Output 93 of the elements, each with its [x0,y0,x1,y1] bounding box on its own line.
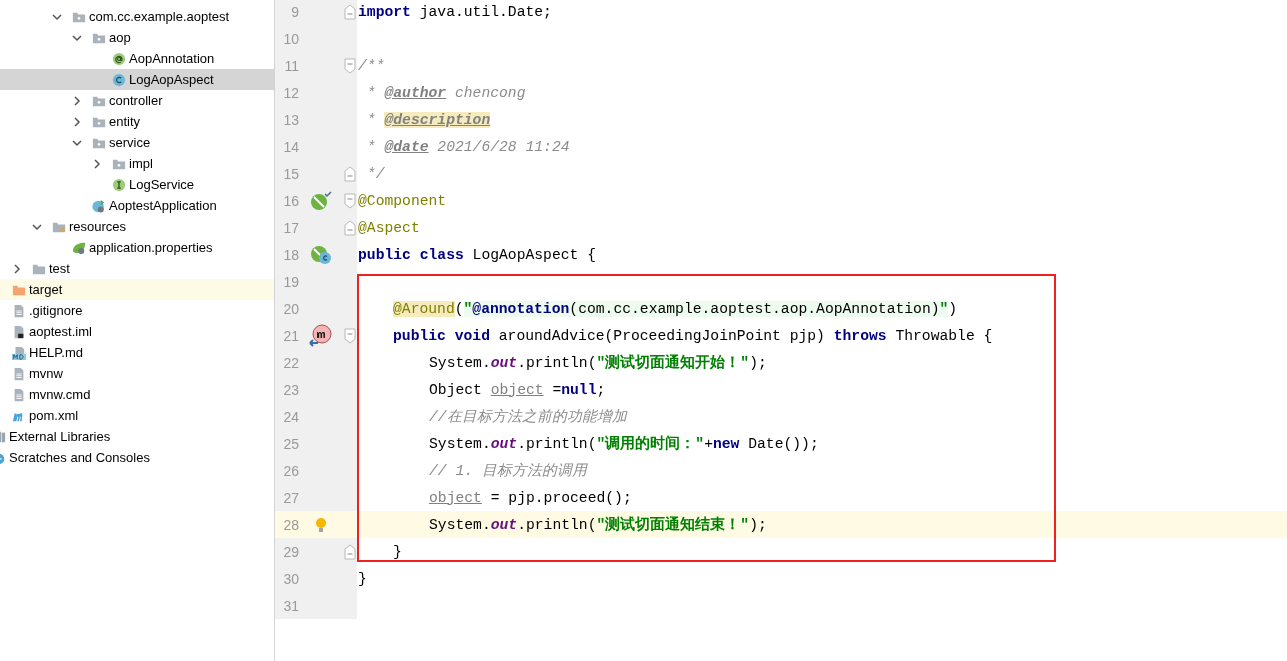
line-number: 24 [282,408,299,425]
module-file-icon [12,324,26,339]
code-line: /** [358,56,385,76]
tree-item[interactable]: entity [0,111,274,132]
text-file-icon [12,366,26,381]
tree-item[interactable]: LogService [0,174,274,195]
tree-item[interactable]: application.properties [0,237,274,258]
line-number: 25 [282,435,299,452]
fold-marker-icon[interactable] [344,543,356,560]
text-file-icon [12,387,26,402]
chevron-right-icon[interactable] [72,95,82,106]
line-number: 21 [282,327,299,344]
code-line: */ [365,164,385,184]
interface-icon [112,177,126,192]
tree-item[interactable]: .gitignore [0,300,274,321]
line-number: 16 [282,192,299,209]
code-line: } [358,569,367,589]
code-line: Object object =null; [429,380,606,400]
code-line: } [393,542,402,562]
code-line: @Around("@annotation(com.cc.example.aoptest.aop.AopAnnotation)") [393,299,958,319]
tree-item[interactable]: LogAopAspect [0,69,274,90]
tree-item[interactable]: AoptestApplication [0,195,274,216]
tree-item[interactable]: External Libraries [0,426,274,447]
tree-item[interactable]: com.cc.example.aoptest [0,6,274,27]
code-line: * @author chencong [365,83,526,103]
chevron-down-icon[interactable] [72,137,82,148]
tree-item[interactable]: aoptest.iml [0,321,274,342]
chevron-right-icon[interactable] [92,158,102,169]
line-number: 18 [282,246,299,263]
code-line: //在目标方法之前的功能增加 [429,407,627,427]
line-number: 22 [282,354,299,371]
tree-item[interactable]: mvnw [0,363,274,384]
override-method-icon[interactable] [308,323,334,348]
code-line: * @date 2021/6/28 11:24 [365,137,570,157]
annotation-icon [112,51,126,66]
fold-marker-icon[interactable] [344,327,356,344]
lightbulb-icon[interactable] [314,516,328,533]
text-file-icon [12,303,26,318]
fold-marker-icon[interactable] [344,219,356,236]
line-number: 30 [282,570,299,587]
tree-item[interactable]: target [0,279,274,300]
tree-item[interactable]: HELP.md [0,342,274,363]
spring-leaf-icon [72,240,86,255]
code-line: @Aspect [358,218,420,238]
code-line: System.out.println("测试切面通知结束！"); [429,515,767,535]
code-line: public class LogAopAspect { [358,245,596,265]
tree-item[interactable]: pom.xml [0,405,274,426]
code-line: import java.util.Date; [358,2,552,22]
tree-item[interactable]: AopAnnotation [0,48,274,69]
line-number: 27 [282,489,299,506]
fold-marker-icon[interactable] [344,192,356,209]
tree-item[interactable]: test [0,258,274,279]
fold-marker-icon[interactable] [344,3,356,20]
line-number: 13 [282,111,299,128]
line-number: 9 [290,3,299,20]
code-line: @Component [358,191,447,211]
tree-item[interactable]: controller [0,90,274,111]
tree-item[interactable]: mvnw.cmd [0,384,274,405]
line-number: 17 [282,219,299,236]
spring-app-icon [92,198,106,213]
line-number: 31 [282,597,299,614]
bean-class-icon[interactable] [310,244,332,265]
fold-marker-icon[interactable] [344,165,356,182]
tree-item[interactable]: resources [0,216,274,237]
tree-item[interactable]: aop [0,27,274,48]
chevron-down-icon[interactable] [72,32,82,43]
class-icon [112,72,126,87]
chevron-down-icon[interactable] [52,11,62,22]
line-number: 11 [283,57,299,74]
code-line: object = pjp.proceed(); [429,488,632,508]
tree-item[interactable]: service [0,132,274,153]
chevron-down-icon[interactable] [32,221,42,232]
code-line: // 1. 目标方法的调用 [429,461,587,481]
line-number: 23 [282,381,299,398]
tree-item[interactable]: impl [0,153,274,174]
line-number: 15 [282,165,299,182]
code-line: System.out.println("测试切面通知开始！"); [429,353,767,373]
markdown-file-icon [12,345,26,360]
bean-icon[interactable] [310,190,332,211]
fold-marker-icon[interactable] [344,57,356,74]
line-number: 12 [282,84,299,101]
line-number: 10 [282,30,299,47]
chevron-right-icon[interactable] [12,263,22,274]
chevron-right-icon[interactable] [72,116,82,127]
line-number: 20 [282,300,299,317]
code-line: System.out.println("调用的时间："+new Date()); [429,434,819,454]
line-number: 29 [282,543,299,560]
line-number: 19 [282,273,299,290]
line-number: 26 [282,462,299,479]
tree-item[interactable]: Scratches and Consoles [0,447,274,468]
line-number: 28 [282,516,299,533]
code-line: public void aroundAdvice(ProceedingJoinPoint pjp) throws Throwable { [393,326,993,346]
line-number: 14 [282,138,299,155]
